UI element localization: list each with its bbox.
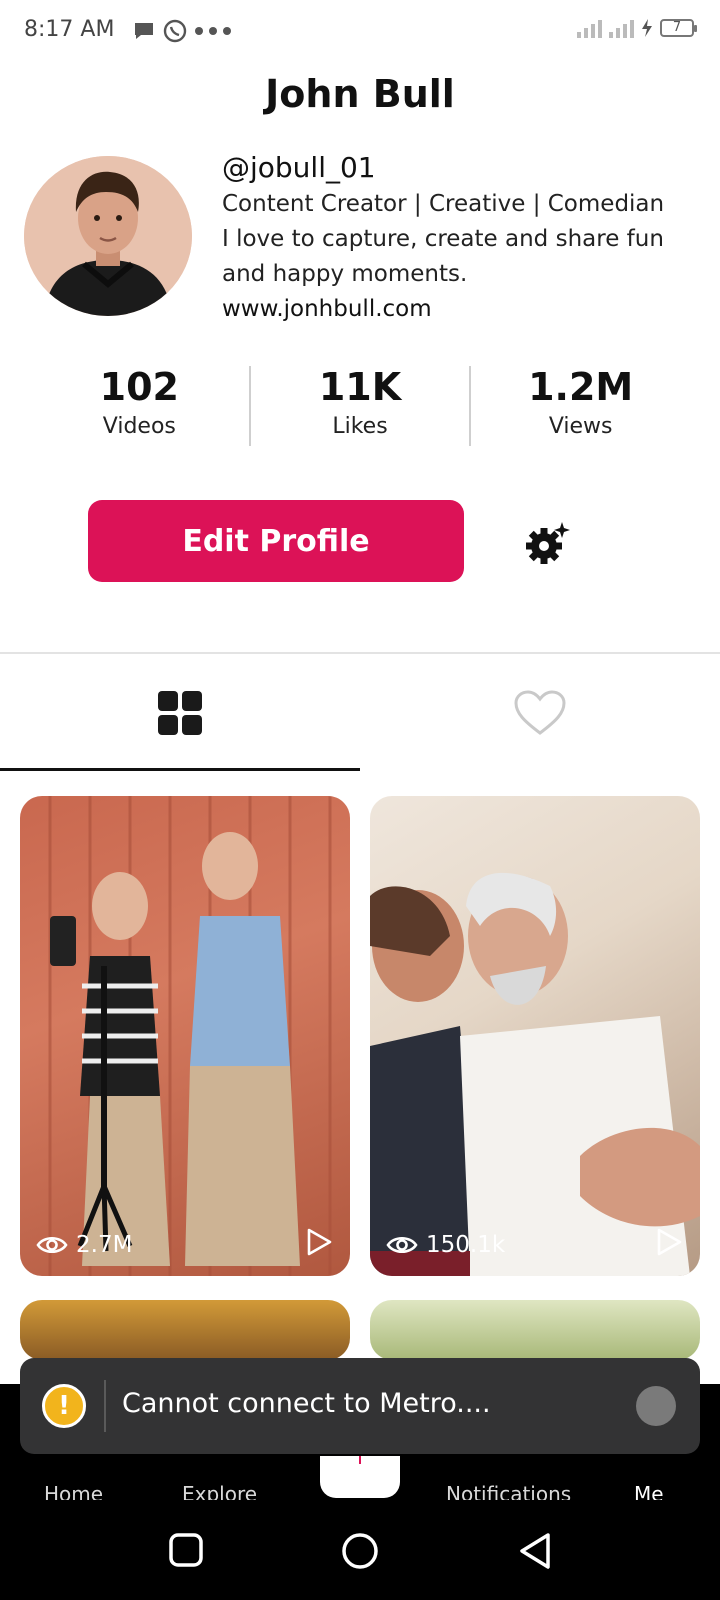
eye-icon: [386, 1236, 418, 1254]
video-card[interactable]: [20, 1300, 350, 1360]
avatar[interactable]: [24, 156, 192, 316]
status-bar: 8:17 AM 7: [0, 0, 720, 64]
tagline: Content Creator | Creative | Comedian: [222, 191, 665, 217]
stat-value: 11K: [318, 365, 402, 409]
toast-dismiss-button[interactable]: [636, 1386, 676, 1426]
stat-views: 1.2M Views: [471, 364, 690, 446]
video-card[interactable]: 150.1k: [370, 796, 700, 1276]
view-count-text: 150.1k: [426, 1232, 506, 1258]
website-link[interactable]: www.jonhbull.com: [222, 292, 702, 327]
home-icon[interactable]: [341, 1532, 379, 1570]
video-card[interactable]: [370, 1300, 700, 1360]
tab-videos[interactable]: [0, 654, 360, 772]
stat-label: Views: [548, 414, 613, 439]
status-time: 8:17 AM: [24, 17, 115, 42]
stat-videos: 102 Videos: [30, 364, 249, 446]
toast-message: Cannot connect to Metro....: [122, 1388, 491, 1419]
create-plus-icon: [359, 1456, 361, 1464]
video-thumbnail: [48, 796, 332, 1276]
edit-profile-button[interactable]: Edit Profile: [88, 500, 464, 582]
signal-icon-2: [609, 20, 634, 38]
stat-value: 1.2M: [528, 365, 634, 409]
stat-label: Likes: [332, 414, 388, 439]
tab-liked[interactable]: [360, 654, 720, 772]
bio-text: I love to capture, create and share fun …: [222, 226, 664, 287]
chat-bubble-icon: [135, 23, 153, 39]
battery-icon: 7: [660, 19, 697, 37]
play-icon[interactable]: [656, 1228, 682, 1256]
back-icon[interactable]: [518, 1532, 552, 1570]
more-dots-icon: [195, 27, 231, 35]
view-count: 150.1k: [386, 1232, 505, 1258]
recent-apps-icon[interactable]: [168, 1532, 204, 1568]
stat-value: 102: [99, 365, 179, 409]
system-status-icons: 7: [576, 18, 697, 38]
profile-stats: 102 Videos 11K Likes 1.2M Views: [30, 364, 690, 446]
view-count-text: 2.7M: [76, 1232, 133, 1258]
stat-label: Videos: [102, 414, 176, 439]
error-toast[interactable]: ! Cannot connect to Metro....: [20, 1358, 700, 1454]
grid-icon: [158, 691, 202, 735]
create-button[interactable]: [320, 1456, 400, 1498]
tab-indicator: [0, 768, 360, 771]
signal-icon: [577, 20, 602, 38]
whatsapp-icon: [163, 19, 187, 43]
username-handle: @jobull_01: [222, 151, 376, 184]
charging-icon: [642, 19, 652, 37]
avatar-image: [24, 156, 192, 316]
profile-bio: @jobull_01 Content Creator | Creative | …: [222, 150, 702, 327]
toast-divider: [104, 1380, 106, 1432]
settings-gear-icon[interactable]: [526, 520, 570, 568]
play-icon[interactable]: [306, 1228, 332, 1256]
system-navigation-bar: [0, 1500, 720, 1600]
eye-icon: [36, 1236, 68, 1254]
page-title: John Bull: [265, 72, 455, 116]
heart-icon: [514, 690, 566, 735]
warning-icon: !: [42, 1384, 86, 1428]
view-count: 2.7M: [36, 1232, 132, 1258]
video-thumbnail: [370, 872, 700, 1276]
video-card[interactable]: 2.7M: [20, 796, 350, 1276]
stat-likes: 11K Likes: [251, 364, 470, 446]
notification-icons: [132, 18, 234, 44]
